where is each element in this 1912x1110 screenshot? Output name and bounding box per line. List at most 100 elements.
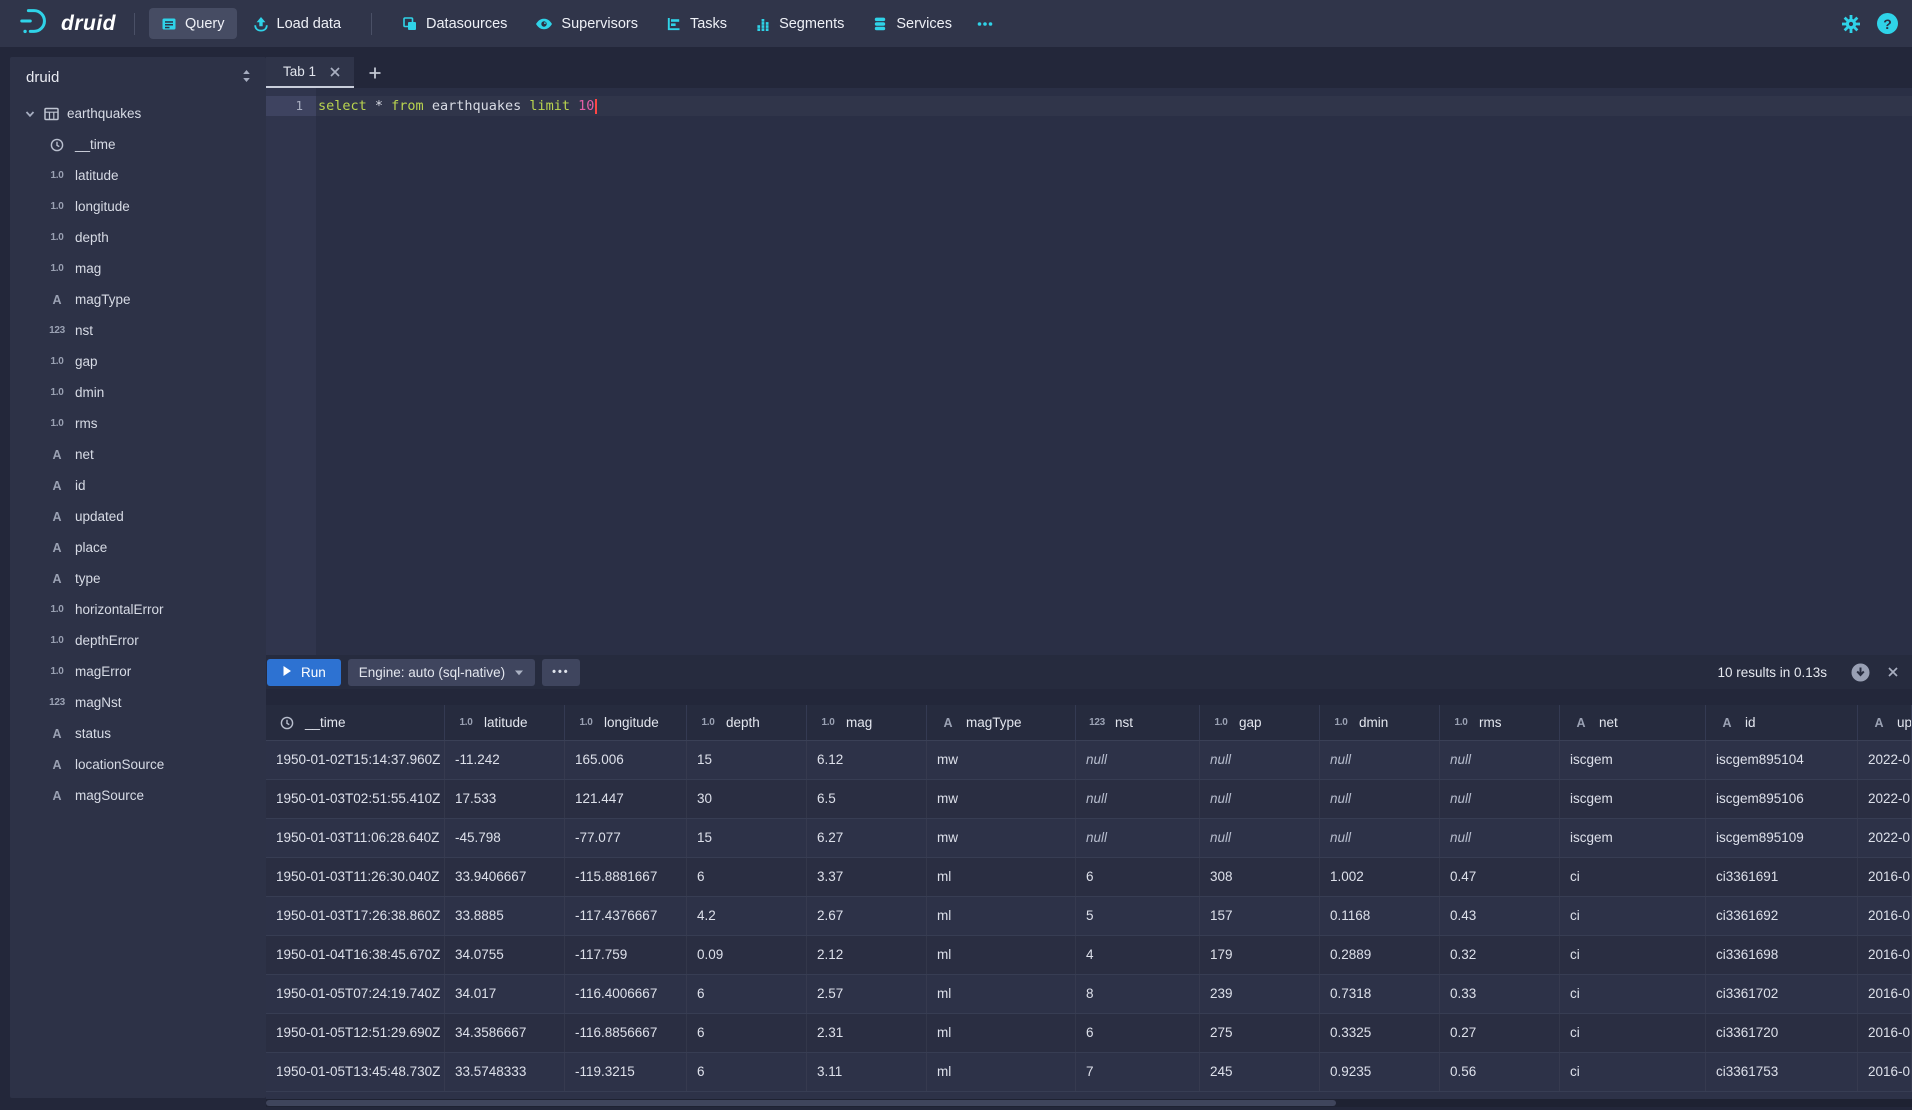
table-cell[interactable]: 6.5 xyxy=(807,780,927,818)
column-header-dmin[interactable]: 1.0dmin xyxy=(1320,705,1440,740)
table-cell[interactable]: 0.09 xyxy=(687,936,807,974)
tree-item--time[interactable]: __time xyxy=(10,129,266,160)
table-cell[interactable]: null xyxy=(1076,780,1200,818)
nav-more-button[interactable] xyxy=(964,8,1006,39)
double-caret-vertical-icon[interactable] xyxy=(241,69,252,87)
table-cell[interactable]: -116.8856667 xyxy=(565,1014,687,1052)
table-cell[interactable]: 33.8885 xyxy=(445,897,565,935)
tree-item-magnst[interactable]: 123magNst xyxy=(10,687,266,718)
new-tab-button[interactable] xyxy=(354,57,396,88)
table-cell[interactable]: 1950-01-03T17:26:38.860Z xyxy=(266,897,445,935)
table-cell[interactable]: 2016-0 xyxy=(1858,858,1912,896)
table-cell[interactable]: 0.56 xyxy=(1440,1053,1560,1091)
tree-item-magerror[interactable]: 1.0magError xyxy=(10,656,266,687)
table-cell[interactable]: 6 xyxy=(687,858,807,896)
table-cell[interactable]: 0.33 xyxy=(1440,975,1560,1013)
table-cell[interactable]: 2.67 xyxy=(807,897,927,935)
table-cell[interactable]: 0.47 xyxy=(1440,858,1560,896)
table-cell[interactable]: null xyxy=(1200,819,1320,857)
tree-item-status[interactable]: Astatus xyxy=(10,718,266,749)
column-header-net[interactable]: Anet xyxy=(1560,705,1706,740)
table-cell[interactable]: ci3361720 xyxy=(1706,1014,1858,1052)
table-cell[interactable]: -45.798 xyxy=(445,819,565,857)
table-cell[interactable]: 0.1168 xyxy=(1320,897,1440,935)
tree-item-latitude[interactable]: 1.0latitude xyxy=(10,160,266,191)
column-header--time[interactable]: __time xyxy=(266,705,445,740)
table-cell[interactable]: ml xyxy=(927,975,1076,1013)
table-cell[interactable]: 1950-01-05T07:24:19.740Z xyxy=(266,975,445,1013)
nav-item-query[interactable]: Query xyxy=(149,8,237,39)
tree-item-magsource[interactable]: AmagSource xyxy=(10,780,266,811)
table-cell[interactable]: 0.9235 xyxy=(1320,1053,1440,1091)
table-cell[interactable]: 6 xyxy=(1076,1014,1200,1052)
column-header-rms[interactable]: 1.0rms xyxy=(1440,705,1560,740)
tree-item-horizontalerror[interactable]: 1.0horizontalError xyxy=(10,594,266,625)
table-cell[interactable]: ci3361692 xyxy=(1706,897,1858,935)
tree-item-locationsource[interactable]: AlocationSource xyxy=(10,749,266,780)
table-cell[interactable]: ci xyxy=(1560,1053,1706,1091)
column-header-upd[interactable]: Aupd xyxy=(1858,705,1912,740)
table-cell[interactable]: 1.002 xyxy=(1320,858,1440,896)
table-cell[interactable]: 2022-0 xyxy=(1858,780,1912,818)
table-cell[interactable]: 0.43 xyxy=(1440,897,1560,935)
table-cell[interactable]: ci xyxy=(1560,975,1706,1013)
table-cell[interactable]: -117.759 xyxy=(565,936,687,974)
column-header-depth[interactable]: 1.0depth xyxy=(687,705,807,740)
table-cell[interactable]: 0.2889 xyxy=(1320,936,1440,974)
table-cell[interactable]: 2.31 xyxy=(807,1014,927,1052)
column-header-magtype[interactable]: AmagType xyxy=(927,705,1076,740)
table-cell[interactable]: 157 xyxy=(1200,897,1320,935)
table-cell[interactable]: 2022-0 xyxy=(1858,741,1912,779)
engine-select[interactable]: Engine: auto (sql-native) xyxy=(348,659,535,686)
table-cell[interactable]: ci3361698 xyxy=(1706,936,1858,974)
table-cell[interactable]: iscgem xyxy=(1560,819,1706,857)
tree-item-mag[interactable]: 1.0mag xyxy=(10,253,266,284)
table-cell[interactable]: 2.12 xyxy=(807,936,927,974)
table-cell[interactable]: 2016-0 xyxy=(1858,1014,1912,1052)
table-cell[interactable]: 165.006 xyxy=(565,741,687,779)
column-header-nst[interactable]: 123nst xyxy=(1076,705,1200,740)
nav-item-supervisors[interactable]: Supervisors xyxy=(523,8,650,39)
table-cell[interactable]: 1950-01-02T15:14:37.960Z xyxy=(266,741,445,779)
tab-tab1[interactable]: Tab 1 xyxy=(266,57,354,88)
table-cell[interactable]: 30 xyxy=(687,780,807,818)
table-cell[interactable]: 4.2 xyxy=(687,897,807,935)
tree-item-nst[interactable]: 123nst xyxy=(10,315,266,346)
run-button[interactable]: Run xyxy=(267,659,341,686)
table-cell[interactable]: 121.447 xyxy=(565,780,687,818)
table-cell[interactable]: 0.32 xyxy=(1440,936,1560,974)
scrollbar-thumb[interactable] xyxy=(266,1100,1336,1106)
table-cell[interactable]: ml xyxy=(927,1014,1076,1052)
column-header-latitude[interactable]: 1.0latitude xyxy=(445,705,565,740)
table-cell[interactable]: 1950-01-04T16:38:45.670Z xyxy=(266,936,445,974)
table-cell[interactable]: ml xyxy=(927,1053,1076,1091)
table-cell[interactable]: mw xyxy=(927,819,1076,857)
table-cell[interactable]: ml xyxy=(927,897,1076,935)
table-cell[interactable]: 2016-0 xyxy=(1858,936,1912,974)
table-cell[interactable]: null xyxy=(1440,780,1560,818)
download-icon[interactable] xyxy=(1850,662,1871,683)
table-cell[interactable]: null xyxy=(1440,819,1560,857)
nav-item-segments[interactable]: Segments xyxy=(743,8,856,39)
nav-item-datasources[interactable]: Datasources xyxy=(390,8,519,39)
nav-item-load-data[interactable]: Load data xyxy=(241,8,354,39)
table-cell[interactable]: 1950-01-03T02:51:55.410Z xyxy=(266,780,445,818)
tree-item-gap[interactable]: 1.0gap xyxy=(10,346,266,377)
table-cell[interactable]: 6.27 xyxy=(807,819,927,857)
table-cell[interactable]: ci3361691 xyxy=(1706,858,1858,896)
table-cell[interactable]: 1950-01-05T12:51:29.690Z xyxy=(266,1014,445,1052)
nav-item-services[interactable]: Services xyxy=(860,8,964,39)
close-results-icon[interactable] xyxy=(1886,665,1900,679)
table-cell[interactable]: iscgem895104 xyxy=(1706,741,1858,779)
table-cell[interactable]: mw xyxy=(927,741,1076,779)
table-cell[interactable]: null xyxy=(1200,780,1320,818)
table-cell[interactable]: 6 xyxy=(687,1053,807,1091)
table-cell[interactable]: 33.5748333 xyxy=(445,1053,565,1091)
table-cell[interactable]: 34.0755 xyxy=(445,936,565,974)
query-more-button[interactable]: ••• xyxy=(542,659,580,686)
tree-item-depth[interactable]: 1.0depth xyxy=(10,222,266,253)
table-cell[interactable]: 245 xyxy=(1200,1053,1320,1091)
table-cell[interactable]: 34.017 xyxy=(445,975,565,1013)
table-cell[interactable]: 15 xyxy=(687,819,807,857)
table-cell[interactable]: -117.4376667 xyxy=(565,897,687,935)
